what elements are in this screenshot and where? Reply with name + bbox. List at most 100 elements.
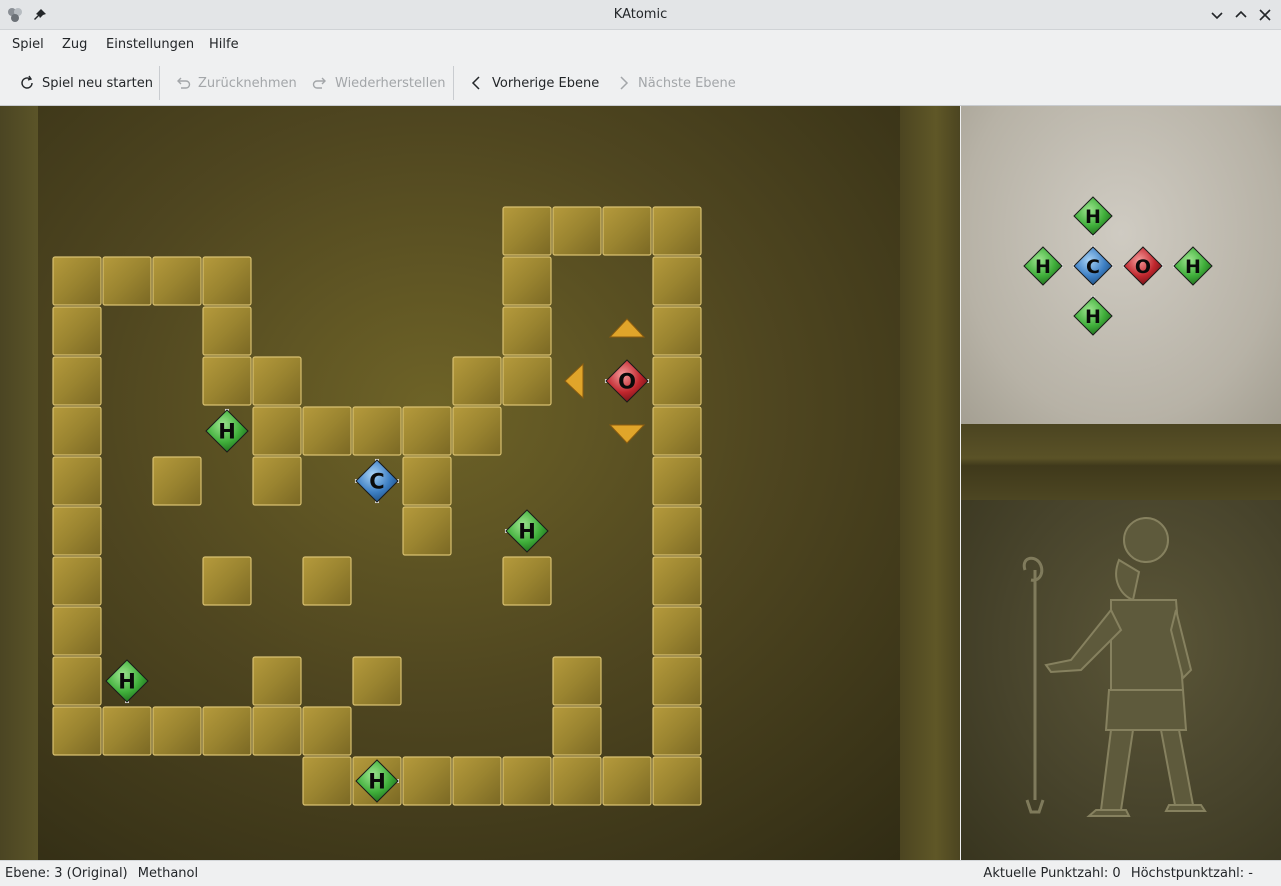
atom-symbol: H [1035,256,1051,278]
board-atom-h[interactable]: H [205,408,249,453]
wall-block [252,356,302,406]
wall-block [602,206,652,256]
board-atom-o[interactable]: O [604,359,650,403]
wall-block [52,406,102,456]
wall-block [102,256,152,306]
wall-block [152,456,202,506]
wall-block [652,306,702,356]
menu-zug[interactable]: Zug [62,37,87,52]
wall-block [652,356,702,406]
restart-game-button[interactable]: Spiel neu starten [18,70,153,96]
wall-block [402,506,452,556]
menu-spiel[interactable]: Spiel [12,37,44,52]
wall-block [202,356,252,406]
wall-block [652,256,702,306]
next-level-button[interactable]: Nächste Ebene [614,70,736,96]
wall-block [352,656,402,706]
wall-block [502,306,552,356]
preview-atom-h: H [1073,296,1113,336]
toolbar: Spiel neu starten Zurücknehmen Wiederher… [0,60,1281,106]
wall-block [452,406,502,456]
wall-block [352,406,402,456]
menu-hilfe[interactable]: Hilfe [209,37,239,52]
molecule-preview-canvas: H H C O H H [1023,196,1213,336]
restart-game-label: Spiel neu starten [42,75,153,91]
preview-atom-h: H [1023,246,1063,286]
atom-symbol: H [218,420,236,444]
arrow-down-icon[interactable] [608,424,646,444]
wall-block [652,506,702,556]
wall-block [452,756,502,806]
close-icon[interactable] [1256,6,1274,24]
atom-symbol: O [1135,256,1151,278]
toolbar-separator [159,66,160,100]
wall-block [252,706,302,756]
undo-label: Zurücknehmen [198,75,297,91]
board-atom-h[interactable]: H [504,509,549,553]
wall-block [552,756,602,806]
atom-symbol: H [518,520,536,544]
wall-block [202,306,252,356]
egyptian-figure-icon [1022,517,1207,817]
maximize-icon[interactable] [1232,6,1250,24]
egyptian-relief-image [961,500,1281,860]
window-title: KAtomic [613,7,668,22]
redo-label: Wiederherstellen [335,75,446,91]
wall-block [652,756,702,806]
wall-block [502,556,552,606]
wall-block [652,606,702,656]
wall-block [202,256,252,306]
preview-atom-h: H [1173,246,1213,286]
atom-symbol: C [1086,256,1100,278]
wall-block [502,356,552,406]
wall-block [252,406,302,456]
molecule-name: Methanol [137,866,199,881]
refresh-icon [21,75,33,89]
wall-block [52,556,102,606]
wall-block [602,756,652,806]
wall-block [302,756,352,806]
undo-button[interactable]: Zurücknehmen [174,70,297,96]
board-atom-h[interactable]: H [105,659,149,704]
previous-level-button[interactable]: Vorherige Ebene [468,70,599,96]
arrow-left-icon[interactable] [564,362,584,400]
preview-atom-o: O [1123,246,1163,286]
atom-symbol: H [118,670,136,694]
wall-block [52,506,102,556]
wall-block [52,606,102,656]
chevron-right-icon [620,76,629,90]
arrow-up-icon[interactable] [608,318,646,338]
wall-block [102,706,152,756]
chevron-left-icon [471,76,480,90]
wall-block [552,206,602,256]
game-board[interactable]: H C H H H O [0,106,960,860]
atom-symbol: H [368,770,386,794]
wall-block [502,756,552,806]
wall-block [202,706,252,756]
previous-level-label: Vorherige Ebene [492,75,600,91]
wall-block [152,256,202,306]
status-bar: Ebene: 3 (Original) Methanol Aktuelle Pu… [0,860,1281,886]
wall-block [652,456,702,506]
wall-block [652,706,702,756]
next-level-label: Nächste Ebene [638,75,736,91]
atom-symbol: H [1085,306,1101,328]
atom-symbol: C [369,470,384,494]
wall-block [52,456,102,506]
current-score: Aktuelle Punktzahl: 0 [983,866,1121,881]
wall-block [302,556,352,606]
minimize-icon[interactable] [1208,6,1226,24]
redo-button[interactable]: Wiederherstellen [311,70,445,96]
wall-block [652,406,702,456]
molecule-preview: H H C O H H [961,106,1281,424]
redo-icon [312,77,326,89]
decorative-ribbon [961,424,1281,500]
wall-block [252,656,302,706]
board-canvas[interactable]: H C H H H O [0,106,960,860]
wall-block [402,406,452,456]
wall-block [52,706,102,756]
board-atom-c[interactable]: C [354,458,400,504]
menu-einstellungen[interactable]: Einstellungen [106,37,194,52]
toolbar-separator [453,66,454,100]
wall-block [202,556,252,606]
